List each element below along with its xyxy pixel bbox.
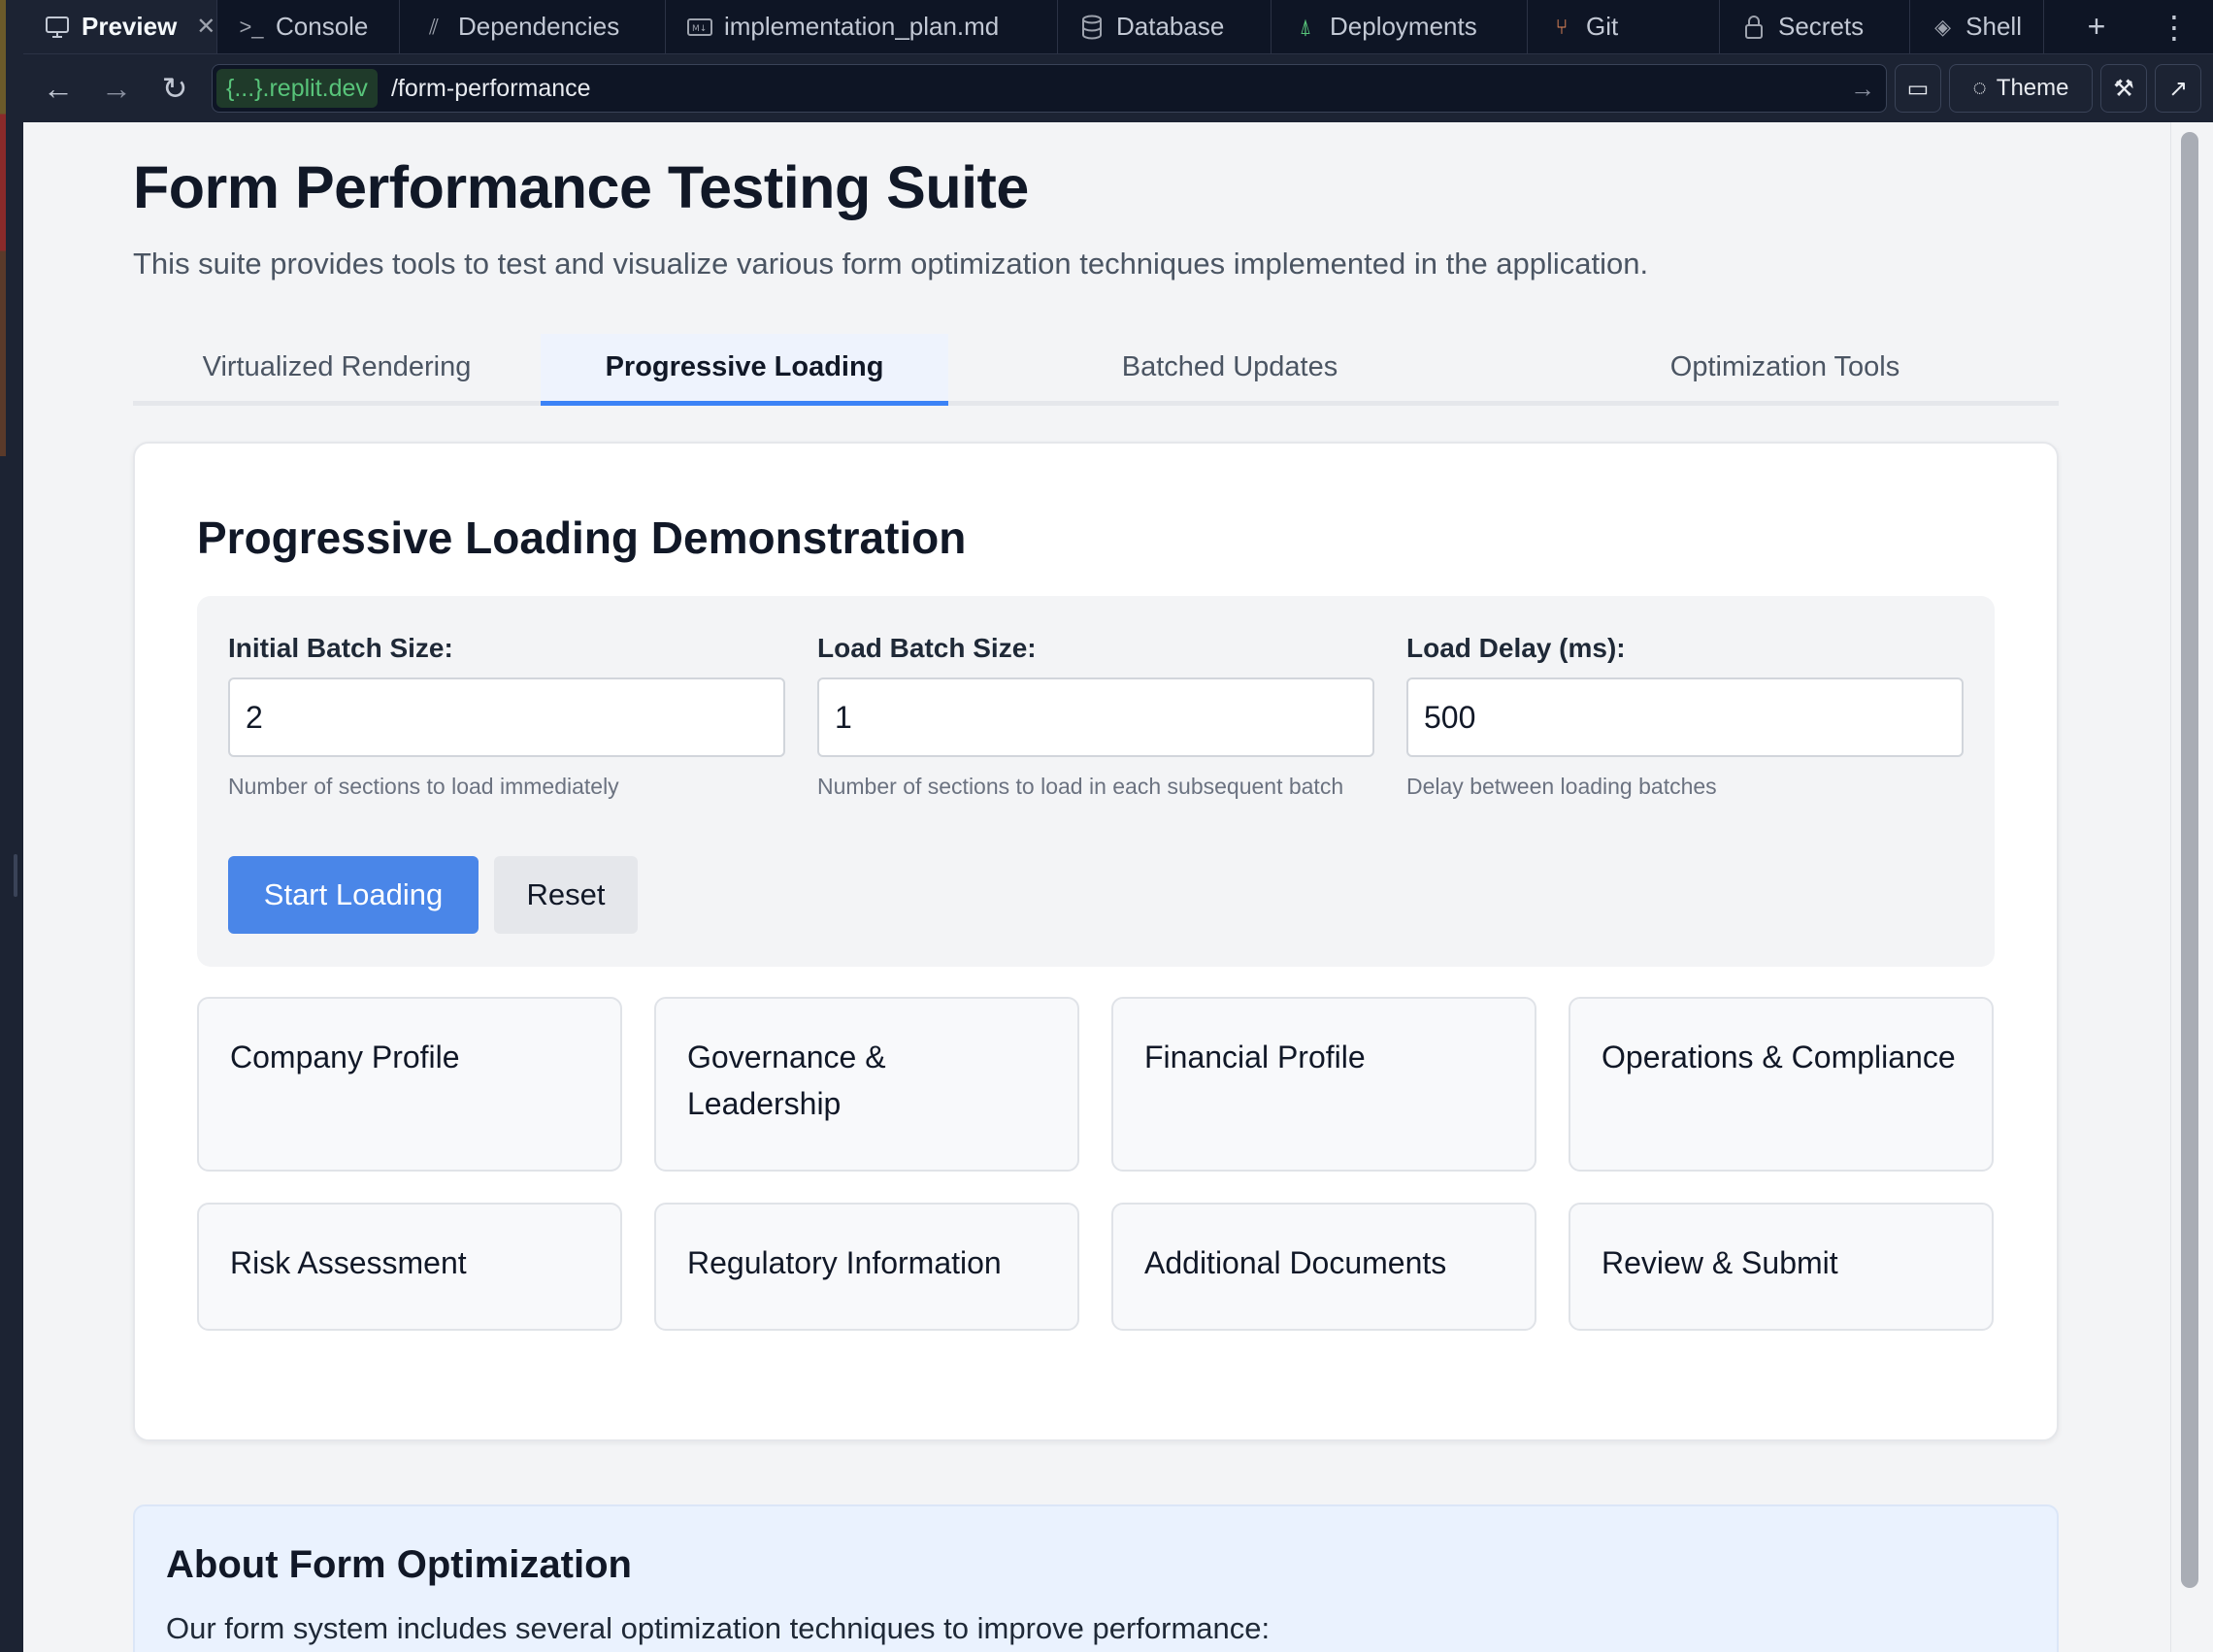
- scrollbar-thumb[interactable]: [2181, 132, 2198, 1588]
- monitor-icon: [45, 15, 70, 40]
- reload-icon[interactable]: ↻: [149, 63, 200, 114]
- field-label: Load Batch Size:: [817, 633, 1037, 663]
- progressive-loading-card: Progressive Loading Demonstration Initia…: [133, 442, 2059, 1441]
- external-link-icon: ↗: [2167, 75, 2189, 102]
- markdown-icon: M↓: [687, 15, 712, 40]
- tab-label: Dependencies: [458, 12, 620, 41]
- lock-icon: [1741, 15, 1767, 40]
- tab-implementation-plan[interactable]: M↓ implementation_plan.md: [666, 0, 1058, 53]
- field-label: Initial Batch Size:: [228, 633, 453, 663]
- shell-icon: ◈: [1934, 14, 1952, 39]
- demo-tabs: Virtualized Rendering Progressive Loadin…: [133, 334, 2059, 406]
- tab-virtualized-rendering[interactable]: Virtualized Rendering: [133, 334, 541, 401]
- tab-label: Optimization Tools: [1669, 351, 1900, 382]
- field-help: Number of sections to load in each subse…: [817, 774, 1344, 799]
- section-card: Financial Profile: [1111, 997, 1536, 1172]
- deployments-icon: ⍋: [1299, 14, 1312, 39]
- tab-label: Deployments: [1330, 12, 1477, 41]
- replit-window: Preview ✕ >_ Console ⫽ Dependencies M↓ i…: [0, 0, 2213, 1652]
- section-card: Additional Documents: [1111, 1203, 1536, 1331]
- tab-label: Virtualized Rendering: [202, 351, 472, 382]
- section-card: Company Profile: [197, 997, 622, 1172]
- reset-button[interactable]: Reset: [494, 856, 638, 934]
- tab-console[interactable]: >_ Console: [217, 0, 400, 53]
- tab-shell[interactable]: ◈ Shell: [1910, 0, 2044, 53]
- palette-icon: ◌: [1972, 75, 1987, 101]
- devtools-button[interactable]: ⚒: [2100, 64, 2147, 113]
- tab-label: Shell: [1965, 12, 2022, 41]
- forward-arrow-icon[interactable]: →: [91, 63, 142, 114]
- about-panel: About Form Optimization Our form system …: [133, 1504, 2059, 1652]
- tab-secrets[interactable]: Secrets: [1720, 0, 1910, 53]
- git-icon: ⑂: [1555, 14, 1569, 39]
- section-card: Risk Assessment: [197, 1203, 622, 1331]
- more-menu-icon[interactable]: ⋮: [2135, 0, 2213, 54]
- go-arrow-icon[interactable]: →: [1843, 74, 1882, 104]
- about-text: Our form system includes several optimiz…: [166, 1611, 1271, 1645]
- tab-label: Progressive Loading: [605, 351, 884, 382]
- tab-dependencies[interactable]: ⫽ Dependencies: [400, 0, 666, 53]
- tab-batched-updates[interactable]: Batched Updates: [948, 334, 1511, 401]
- ide-tab-bar: Preview ✕ >_ Console ⫽ Dependencies M↓ i…: [23, 0, 2213, 54]
- section-card: Governance & Leadership: [654, 997, 1079, 1172]
- tab-label: Git: [1586, 12, 1619, 41]
- tab-optimization-tools[interactable]: Optimization Tools: [1511, 334, 2059, 401]
- loading-controls: Initial Batch Size: 2 Number of sections…: [197, 596, 1995, 967]
- tab-label: implementation_plan.md: [724, 12, 1000, 41]
- field-help: Number of sections to load immediately: [228, 774, 619, 799]
- back-arrow-icon[interactable]: ←: [33, 63, 83, 114]
- wrench-icon: ⚒: [2113, 75, 2134, 102]
- tab-progressive-loading[interactable]: Progressive Loading: [541, 334, 948, 406]
- load-delay-input[interactable]: 500: [1406, 677, 1964, 757]
- page-description: This suite provides tools to test and vi…: [133, 247, 1649, 281]
- terminal-icon: >_: [239, 14, 264, 39]
- field-label: Load Delay (ms):: [1406, 633, 1626, 663]
- tab-preview[interactable]: Preview ✕: [23, 0, 217, 53]
- about-heading: About Form Optimization: [166, 1543, 632, 1586]
- tab-label: Secrets: [1778, 12, 1865, 41]
- svg-text:M↓: M↓: [692, 24, 707, 34]
- add-tab-icon[interactable]: +: [2058, 0, 2135, 54]
- tab-deployments[interactable]: ⍋ Deployments: [1272, 0, 1528, 53]
- sidebar-color-strip: [0, 0, 6, 456]
- url-host: {...}.replit.dev: [216, 69, 378, 108]
- section-card: Operations & Compliance: [1569, 997, 1994, 1172]
- database-icon: [1079, 15, 1105, 40]
- url-path[interactable]: /form-performance: [391, 75, 1830, 103]
- demo-heading: Progressive Loading Demonstration: [197, 512, 967, 563]
- tab-git[interactable]: ⑂ Git: [1528, 0, 1720, 53]
- initial-batch-size-input[interactable]: 2: [228, 677, 785, 757]
- section-card: Regulatory Information: [654, 1203, 1079, 1331]
- device-preview-button[interactable]: ▭: [1895, 64, 1941, 113]
- section-card: Review & Submit: [1569, 1203, 1994, 1331]
- dependencies-icon: ⫽: [429, 14, 439, 39]
- left-sidebar-strip: [0, 0, 23, 1652]
- address-field[interactable]: {...}.replit.dev /form-performance →: [212, 64, 1887, 113]
- tab-label: Console: [276, 12, 369, 41]
- resize-handle[interactable]: [14, 854, 17, 897]
- start-loading-button[interactable]: Start Loading: [228, 856, 479, 934]
- monitor-icon: ▭: [1906, 75, 1930, 102]
- tab-database[interactable]: Database: [1058, 0, 1272, 53]
- page-scrollbar[interactable]: [2170, 122, 2213, 1652]
- tab-label: Batched Updates: [1121, 351, 1338, 382]
- page-title: Form Performance Testing Suite: [133, 154, 1029, 220]
- preview-url-bar: ← → ↻ {...}.replit.dev /form-performance…: [23, 54, 2213, 122]
- close-icon[interactable]: ✕: [196, 13, 215, 41]
- theme-button[interactable]: ◌ Theme: [1949, 64, 2093, 113]
- preview-page: Form Performance Testing Suite This suit…: [23, 122, 2170, 1652]
- tab-label: Preview: [82, 12, 178, 41]
- tab-actions: + ⋮: [2058, 0, 2213, 53]
- open-new-tab-button[interactable]: ↗: [2155, 64, 2201, 113]
- load-delay-field: Load Delay (ms): 500 Delay between loadi…: [1406, 633, 1964, 802]
- field-help: Delay between loading batches: [1406, 774, 1717, 799]
- load-batch-size-field: Load Batch Size: 1 Number of sections to…: [817, 633, 1374, 802]
- initial-batch-size-field: Initial Batch Size: 2 Number of sections…: [228, 633, 785, 802]
- tab-label: Database: [1116, 12, 1225, 41]
- theme-label: Theme: [1996, 75, 2069, 101]
- load-batch-size-input[interactable]: 1: [817, 677, 1374, 757]
